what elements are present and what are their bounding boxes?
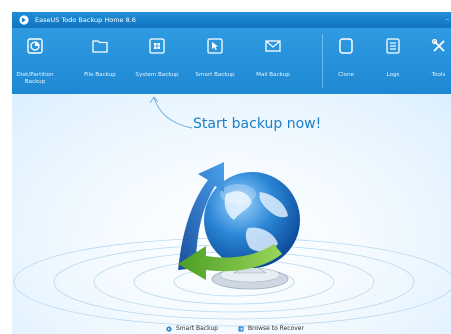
toolbar-label: Clone [338,72,354,78]
clone-icon [339,38,353,54]
minimize-button[interactable]: – [446,12,449,28]
browse-to-recover-link[interactable]: Browse to Recover [238,324,318,334]
title-bar: EaseUS Todo Backup Home 8.6 – [12,12,451,28]
toolbar-label: Logs [386,72,400,78]
browse-recover-label: Browse to Recover [248,325,304,332]
logs-icon [386,38,400,54]
toolbar-label: Disk/Partition Backup [16,72,54,85]
disk-partition-icon [27,38,43,54]
app-window: EaseUS Todo Backup Home 8.6 – Disk/Parti… [12,12,451,334]
toolbar-smart-backup[interactable]: Smart Backup [192,28,238,94]
tools-icon [431,38,445,52]
windows-icon [149,38,165,54]
cursor-icon [207,38,223,54]
toolbar-system-backup[interactable]: System Backup [132,28,182,94]
folder-icon [92,40,108,53]
toolbar-file-backup[interactable]: File Backup [78,28,122,94]
toolbar-divider [322,34,323,88]
main-toolbar: Disk/Partition Backup File Backup System… [12,28,451,94]
toolbar-label: Mail Backup [256,72,290,78]
toolbar-clone[interactable]: Clone [332,28,360,94]
smart-backup-link[interactable]: Smart Backup [166,324,226,334]
mail-icon [265,40,281,52]
toolbar-label: System Backup [135,72,179,78]
smart-backup-icon [166,326,172,332]
toolbar-logs[interactable]: Logs [380,28,406,94]
toolbar-mail-backup[interactable]: Mail Backup [252,28,294,94]
bottom-actions: Smart Backup Browse to Recover [12,324,451,334]
toolbar-label: Smart Backup [195,72,235,78]
backup-globe-illustration [13,162,451,327]
toolbar-tools[interactable]: Tools [426,28,451,94]
window-title: EaseUS Todo Backup Home 8.6 [35,16,136,24]
smart-backup-label: Smart Backup [176,325,219,332]
easeus-logo-icon [19,15,29,25]
toolbar-label: File Backup [84,72,116,78]
home-panel: Start backup now! Smart Backup Browse to… [12,94,451,334]
toolbar-label: Tools [431,72,446,78]
toolbar-disk-partition-backup[interactable]: Disk/Partition Backup [12,28,58,94]
browse-recover-icon [238,326,244,332]
